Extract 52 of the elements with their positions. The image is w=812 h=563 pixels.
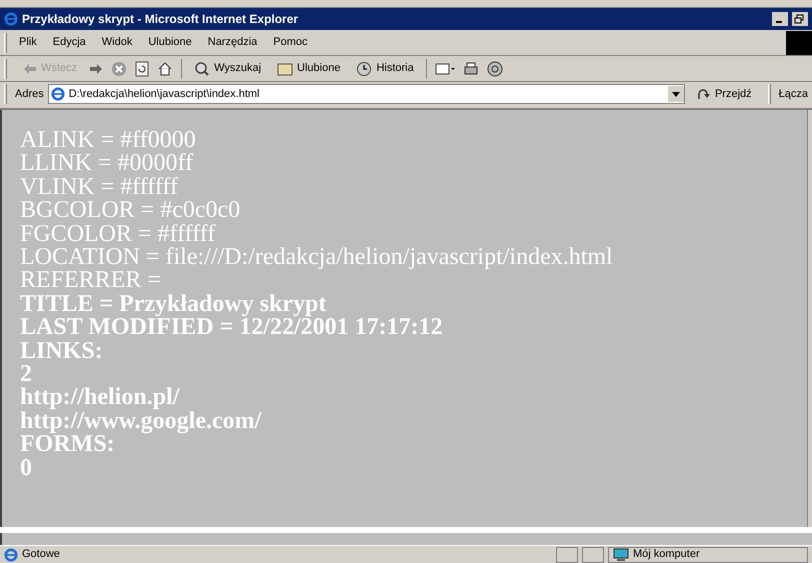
content-line: BGCOLOR = #c0c0c0 [20, 199, 242, 223]
content-line: TITLE = Przykładowy skrypt [20, 292, 328, 316]
menu-item[interactable]: Widok [94, 34, 140, 51]
content-line: LOCATION = file:///D:/redakcja/helion/javascript/index.html [20, 246, 614, 270]
toolbar-button[interactable]: Historia [352, 60, 418, 77]
refresh-icon[interactable] [135, 60, 150, 76]
clock-icon [356, 60, 372, 76]
address-field[interactable]: D:\redakcja\helion\javascript\index.html [48, 84, 685, 104]
restore-button[interactable] [792, 12, 808, 26]
content-line: http://www.google.com/ [20, 410, 262, 434]
address-label: Adres [15, 86, 44, 102]
minimize-button[interactable] [772, 12, 788, 26]
search-icon [194, 60, 210, 76]
content-line: 0 [20, 456, 33, 480]
content-line: ALINK = #ff0000 [20, 129, 197, 152]
content-line: 2 [20, 363, 32, 386]
content-line: LINKS: [20, 340, 104, 364]
content-line: http://helion.pl/ [20, 386, 180, 410]
menu-item[interactable]: Pomoc [265, 34, 316, 51]
throbber-logo [786, 30, 812, 54]
stop-icon[interactable] [111, 60, 128, 76]
toolbar-button[interactable]: Ulubione [273, 60, 344, 77]
folder-icon [277, 62, 294, 76]
links-button[interactable]: Łącza [778, 86, 812, 102]
forward-arrow-icon[interactable] [89, 62, 104, 74]
content-line: FORMS: [20, 433, 115, 457]
menu-item[interactable]: Edycja [44, 34, 94, 51]
computer-icon [613, 548, 629, 562]
content-line: LAST MODIFIED = 12/22/2001 17:17:12 [20, 316, 444, 340]
horizontal-scrollbar[interactable] [0, 533, 812, 545]
content-line: FGCOLOR = #ffffff [20, 222, 216, 246]
ie-logo-icon [4, 12, 18, 26]
toolbar-button[interactable]: Wyszukaj [190, 60, 266, 77]
printer-icon[interactable] [462, 60, 479, 76]
menu-item[interactable]: Plik [11, 34, 45, 51]
page-icon [50, 87, 65, 101]
go-button[interactable]: Przejdź [688, 86, 760, 102]
menu-item[interactable]: Narzędzia [200, 34, 266, 51]
back-arrow-icon [23, 62, 37, 74]
zone-text: Mój komputer [633, 547, 700, 562]
window-title: Przykładowy skrypt - Microsoft Internet Explorer [22, 11, 298, 28]
status-pane [582, 546, 604, 562]
home-icon[interactable] [157, 60, 174, 76]
address-text: D:\redakcja\helion\javascript\index.html [68, 86, 260, 102]
menu-item[interactable]: Ulubione [140, 34, 200, 51]
content-line: LLINK = #0000ff [20, 152, 194, 176]
content-line: REFERRER = [20, 269, 162, 293]
status-text: Gotowe [22, 547, 61, 562]
content-line: VLINK = #ffffff [20, 176, 179, 200]
ie-logo-icon [4, 548, 18, 562]
go-arrow-icon [696, 88, 711, 100]
status-pane [556, 546, 578, 562]
